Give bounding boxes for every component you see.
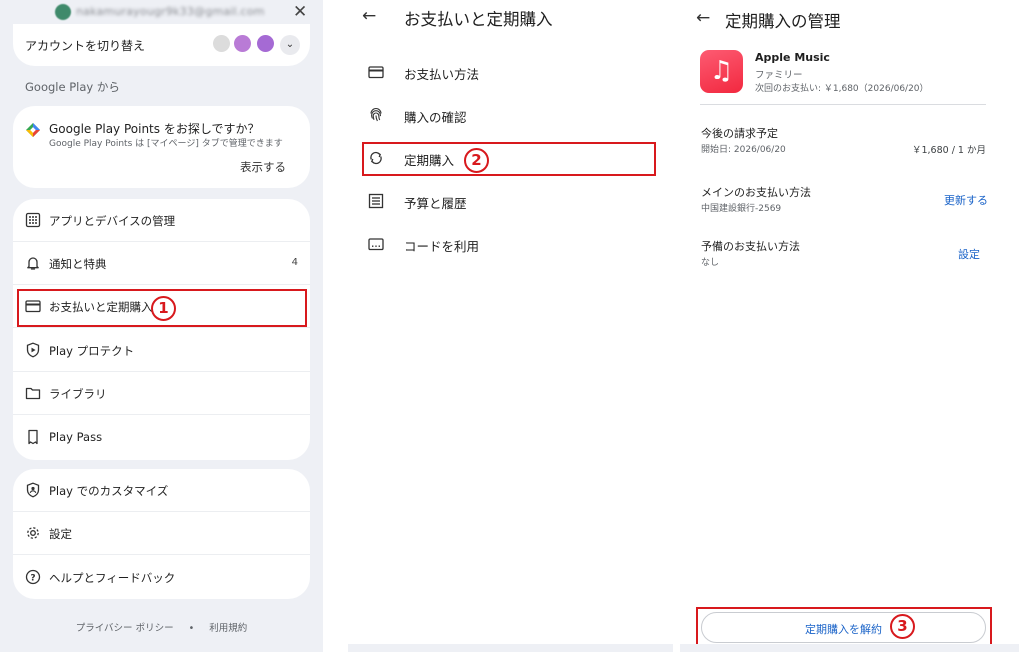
secondary-menu: Play でのカスタマイズ 設定 ? ヘルプとフィードバック	[13, 469, 310, 599]
app-name: Apple Music	[755, 51, 830, 64]
bottom-bar	[348, 644, 673, 652]
item-label: お支払い方法	[404, 67, 480, 82]
budget-history-item[interactable]: 予算と履歴	[362, 183, 662, 219]
subscription-plan: ファミリー	[755, 70, 803, 81]
menu-item-personalization[interactable]: Play でのカスタマイズ	[13, 469, 310, 512]
step1-badge: 1	[151, 296, 176, 321]
menu-item-label: Play プロテクト	[49, 344, 135, 358]
avatar[interactable]	[234, 35, 251, 52]
folder-icon	[25, 385, 41, 401]
step3-highlight	[696, 607, 992, 646]
start-date: 開始日: 2026/06/20	[701, 145, 786, 155]
main-payment-title: メインのお支払い方法	[701, 186, 811, 199]
fingerprint-icon	[368, 107, 384, 123]
backup-payment-title: 予備のお支払い方法	[701, 240, 800, 253]
play-points-title: Google Play Points をお探しですか？	[49, 122, 260, 136]
purchase-verification-item[interactable]: 購入の確認	[362, 97, 662, 133]
item-label: 予算と履歴	[404, 196, 467, 211]
apple-music-app-icon: ♫	[700, 50, 743, 93]
play-points-icon	[26, 123, 40, 137]
menu-item-play-pass[interactable]: Play Pass	[13, 416, 310, 459]
menu-item-label: ライブラリ	[49, 387, 107, 401]
footer-separator: •	[188, 623, 195, 634]
account-email: nakamurayougr9k33@gmail.com	[76, 5, 265, 18]
svg-text:?: ?	[30, 573, 35, 583]
switch-account-row[interactable]: アカウントを切り替え ⌄	[13, 24, 310, 66]
page-title: お支払いと定期購入	[404, 10, 553, 29]
code-card-icon	[368, 236, 384, 252]
chevron-down-icon[interactable]: ⌄	[280, 35, 300, 55]
main-payment-value: 中国建設銀行-2569	[701, 204, 782, 214]
menu-item-library[interactable]: ライブラリ	[13, 372, 310, 415]
backup-payment-value: なし	[701, 258, 720, 268]
close-icon[interactable]: ✕	[293, 2, 307, 22]
play-points-subtitle: Google Play Points は [マイページ] タブで管理できます	[49, 139, 283, 149]
next-payment: 次回のお支払い: ￥1,680（2026/06/20）	[755, 84, 929, 94]
ticket-icon	[25, 429, 41, 445]
menu-item-label: 設定	[49, 527, 72, 541]
back-arrow-icon[interactable]: ←	[362, 6, 376, 26]
menu-item-help-feedback[interactable]: ? ヘルプとフィードバック	[13, 556, 310, 599]
footer-links: プライバシー ポリシー • 利用規約	[0, 620, 323, 634]
menu-item-label: ヘルプとフィードバック	[49, 571, 176, 585]
main-menu: アプリとデバイスの管理 通知と特典 4 お支払いと定期購入 Play プロテクト	[13, 199, 310, 460]
privacy-policy-link[interactable]: プライバシー ポリシー	[76, 623, 174, 634]
notification-count: 4	[291, 257, 298, 268]
menu-item-settings[interactable]: 設定	[13, 512, 310, 555]
step2-badge: 2	[464, 148, 489, 173]
item-label: 購入の確認	[404, 110, 467, 125]
page-title: 定期購入の管理	[725, 12, 841, 31]
menu-item-label: アプリとデバイスの管理	[49, 214, 176, 228]
bell-icon	[25, 255, 41, 271]
avatar[interactable]	[213, 35, 230, 52]
list-icon	[368, 193, 384, 209]
menu-item-manage-apps[interactable]: アプリとデバイスの管理	[13, 199, 310, 242]
upcoming-billing-title: 今後の請求予定	[701, 127, 778, 140]
avatar[interactable]	[257, 35, 274, 52]
credit-card-icon	[368, 64, 384, 80]
back-arrow-icon[interactable]: ←	[696, 8, 710, 28]
shield-play-icon	[25, 342, 41, 358]
switch-account-label: アカウントを切り替え	[25, 39, 146, 53]
update-payment-button[interactable]: 更新する	[944, 192, 988, 208]
music-note-icon: ♫	[709, 56, 734, 86]
payments-subscriptions-panel: ← お支払いと定期購入 お支払い方法 購入の確認 定期購入 予算と履歴 コードを…	[340, 0, 675, 652]
account-header: nakamurayougr9k33@gmail.com ✕	[0, 0, 323, 26]
gear-icon	[25, 525, 41, 541]
item-label: コードを利用	[404, 239, 480, 254]
help-icon: ?	[25, 569, 41, 585]
grid-icon	[25, 212, 41, 228]
account-avatar	[55, 4, 71, 20]
menu-item-label: 通知と特典	[49, 257, 107, 271]
step2-highlight	[362, 142, 656, 176]
show-points-button[interactable]: 表示する	[240, 159, 286, 175]
manage-subscription-panel: ← 定期購入の管理 ♫ Apple Music ファミリー 次回のお支払い: ￥…	[680, 0, 1019, 652]
redeem-code-item[interactable]: コードを利用	[362, 226, 662, 262]
terms-link[interactable]: 利用規約	[209, 623, 247, 634]
section-label: Google Play から	[25, 80, 120, 94]
menu-item-label: Play でのカスタマイズ	[49, 484, 169, 498]
menu-item-label: Play Pass	[49, 430, 103, 444]
step3-badge: 3	[890, 614, 915, 639]
play-points-card: Google Play Points をお探しですか？ Google Play …	[13, 106, 310, 188]
menu-item-play-protect[interactable]: Play プロテクト	[13, 329, 310, 372]
payment-methods-item[interactable]: お支払い方法	[362, 54, 662, 90]
shield-person-icon	[25, 482, 41, 498]
billing-price: ￥1,680 / 1 か月	[911, 145, 986, 156]
menu-item-notifications[interactable]: 通知と特典 4	[13, 242, 310, 285]
bottom-bar	[680, 644, 1019, 652]
account-menu-panel: nakamurayougr9k33@gmail.com ✕ アカウントを切り替え…	[0, 0, 323, 652]
set-backup-payment-button[interactable]: 設定	[958, 246, 980, 262]
divider	[700, 104, 986, 105]
